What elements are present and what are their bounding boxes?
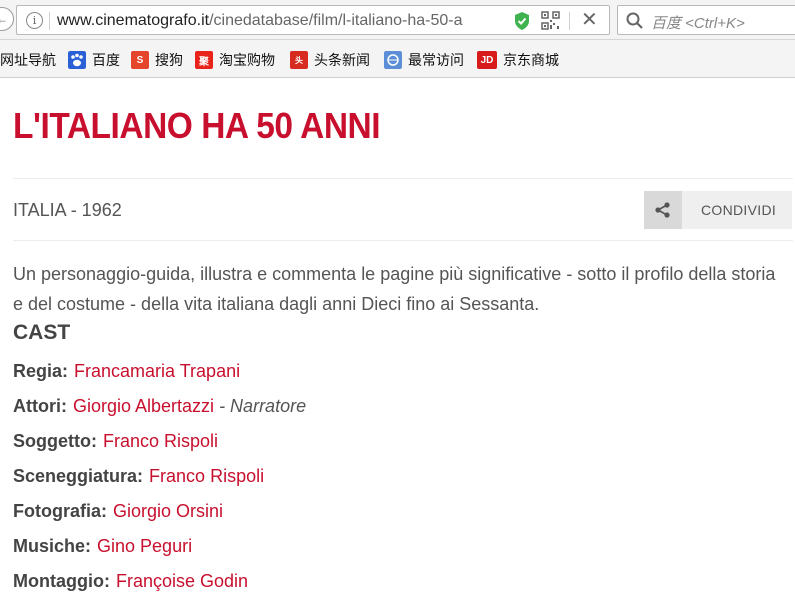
credit-row-fotografia: Fotografia: Giorgio Orsini: [13, 501, 783, 536]
bookmark-item[interactable]: JD 京东商城: [477, 50, 559, 70]
share-label: CONDIVIDI: [701, 202, 777, 218]
bookmark-item[interactable]: 最常访问: [384, 50, 464, 70]
credit-row-musiche: Musiche: Gino Peguri: [13, 536, 783, 571]
credit-role: Musiche:: [13, 536, 92, 556]
credit-role: Regia:: [13, 361, 69, 381]
sogou-icon: S: [131, 51, 149, 69]
credit-row-attori: Attori: Giorgio Albertazzi - Narratore: [13, 396, 783, 431]
credit-role: Attori:: [13, 396, 67, 416]
credit-person-link[interactable]: Franco Rispoli: [149, 466, 264, 486]
share-icon-box: [644, 191, 682, 229]
bookmark-label: 百度: [92, 52, 120, 68]
film-meta: ITALIA - 1962: [13, 200, 122, 220]
jd-icon: JD: [477, 51, 497, 69]
share-button[interactable]: CONDIVIDI: [644, 191, 792, 229]
bookmarks-bar: 网址导航 百度 S 搜狗 聚 淘宝购物 头 头条新闻 最常访问 JD 京东商城: [0, 40, 795, 78]
film-page: L'ITALIANO HA 50 ANNI ITALIA - 1962 COND…: [0, 79, 795, 608]
credit-person-link[interactable]: Françoise Godin: [116, 571, 248, 591]
film-synopsis: Un personaggio-guida, illustra e comment…: [13, 264, 776, 314]
cast-heading: CAST: [13, 321, 71, 344]
credit-row-regia: Regia: Francamaria Trapani: [13, 361, 783, 396]
bookmark-item[interactable]: S 搜狗: [131, 50, 183, 70]
credits-list: Regia: Francamaria Trapani Attori: Giorgio…: [13, 361, 783, 606]
bookmark-item[interactable]: 百度: [68, 50, 120, 70]
page-title: L'ITALIANO HA 50 ANNI: [13, 105, 381, 146]
close-icon[interactable]: ✕: [581, 7, 598, 32]
divider: [49, 12, 50, 30]
credit-row-sceneggiatura: Sceneggiatura: Franco Rispoli: [13, 466, 783, 501]
shield-check-icon[interactable]: [513, 11, 531, 31]
bookmark-item[interactable]: 网址导航: [0, 50, 56, 70]
url-path: /cinedatabase/film/l-italiano-ha-50-a: [209, 12, 463, 29]
bookmark-label: 头条新闻: [314, 52, 370, 68]
credit-person-link[interactable]: Giorgio Albertazzi: [73, 396, 214, 416]
browser-toolbar: ← i www.cinematografo.it/cinedatabase/fi…: [0, 0, 795, 40]
search-placeholder: 百度 <Ctrl+K>: [651, 15, 745, 32]
bookmark-label: 京东商城: [503, 52, 559, 68]
url-text[interactable]: www.cinematografo.it/cinedatabase/film/l…: [57, 12, 463, 30]
bookmark-label: 淘宝购物: [219, 52, 275, 68]
credit-role: Fotografia:: [13, 501, 107, 521]
taobao-icon: 聚: [195, 51, 213, 69]
toutiao-icon: 头: [290, 51, 308, 69]
baidu-paw-icon: [68, 51, 86, 69]
globe-icon: [384, 51, 402, 69]
info-icon[interactable]: i: [26, 12, 43, 29]
divider: [13, 240, 793, 241]
search-icon: [626, 12, 643, 29]
bookmark-item[interactable]: 聚 淘宝购物: [195, 50, 275, 70]
credit-role: Sceneggiatura:: [13, 466, 144, 486]
credit-note: - Narratore: [214, 396, 307, 416]
qr-code-icon[interactable]: [541, 11, 560, 30]
credit-person-link[interactable]: Franco Rispoli: [103, 431, 218, 451]
credit-role: Montaggio:: [13, 571, 110, 591]
url-host: www.cinematografo.it: [57, 12, 210, 29]
credit-role: Soggetto:: [13, 431, 97, 451]
bookmark-label: 搜狗: [155, 52, 183, 68]
search-input[interactable]: 百度 <Ctrl+K>: [617, 5, 795, 35]
divider: [13, 178, 793, 179]
credit-person-link[interactable]: Gino Peguri: [97, 536, 192, 556]
bookmark-label: 最常访问: [408, 52, 464, 68]
share-icon: [655, 202, 670, 218]
arrow-left-icon: ←: [0, 12, 8, 26]
address-bar[interactable]: i www.cinematografo.it/cinedatabase/film…: [16, 5, 610, 35]
credit-person-link[interactable]: Francamaria Trapani: [74, 361, 240, 381]
credit-row-soggetto: Soggetto: Franco Rispoli: [13, 431, 783, 466]
divider: [569, 12, 570, 30]
bookmark-item[interactable]: 头 头条新闻: [290, 50, 370, 70]
back-button[interactable]: ←: [0, 7, 14, 31]
credit-row-montaggio: Montaggio: Françoise Godin: [13, 571, 783, 606]
bookmark-label: 网址导航: [0, 52, 56, 68]
credit-person-link[interactable]: Giorgio Orsini: [113, 501, 223, 521]
